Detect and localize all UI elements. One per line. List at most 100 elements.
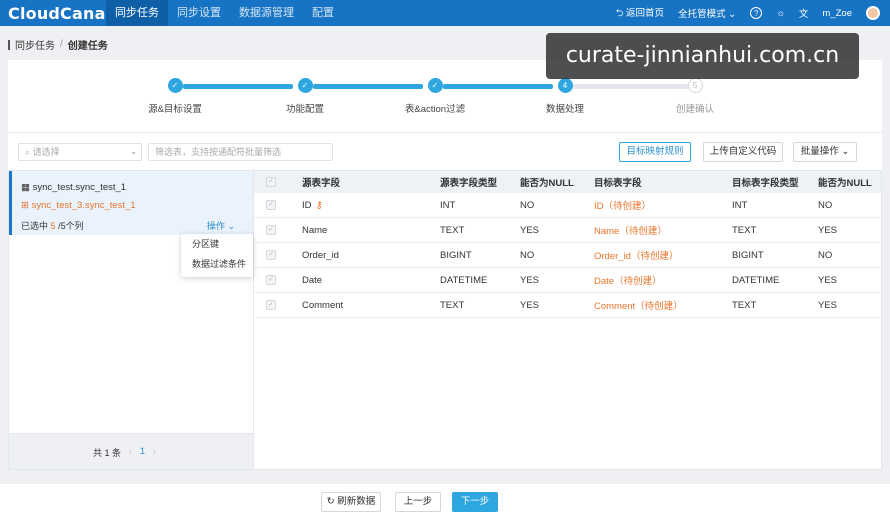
selected-count: 5 [50,221,56,231]
watermark: curate-jinnianhui.com.cn [546,33,859,79]
select-placeholder: 请选择 [32,147,60,157]
step-label: 创建确认 [675,104,714,115]
table-row: ✓ Comment TEXT YES Comment（待创建） TEXT YES [254,293,881,318]
theme-sun-icon[interactable]: ☼ [776,8,785,19]
avatar[interactable] [866,6,880,20]
next-page-icon[interactable]: › [153,446,156,456]
operations-dropdown[interactable]: 操作 ⌄ [207,219,235,232]
checkbox[interactable]: ✓ [266,177,276,187]
top-right-tools: ⮌ 返回首页 全托管模式 ⌄ ? ☼ 文 m_Zoe [616,0,880,26]
table-filter-input[interactable]: 筛选表，支持按通配符批量筛选 [148,143,333,161]
breadcrumb-separator: / [60,39,63,50]
app-logo[interactable]: CloudCanal [8,4,111,23]
target-type: INT [732,199,748,211]
table-row: ✓ Order_id BIGINT NO Order_id（待创建） BIGIN… [254,243,881,268]
mode-label: 全托管模式 [678,9,726,20]
upload-custom-code-button[interactable]: 上传自定义代码 [703,142,783,162]
selected-prefix: 已选中 [21,221,49,231]
source-type: BIGINT [440,249,472,261]
chevron-down-icon: ⌄ [227,221,235,231]
selected-suffix: /5个列 [58,221,84,231]
table-row: ✓ Name TEXT YES Name（待创建） TEXT YES [254,218,881,243]
breadcrumb-current: 创建任务 [67,41,108,52]
language-icon[interactable]: 文 [799,6,809,20]
breadcrumb: 同步任务 / 创建任务 [8,37,108,52]
prev-page-icon[interactable]: ‹ [129,446,132,456]
chevron-down-icon: ⌄ [841,146,850,157]
user-name[interactable]: m_Zoe [822,8,852,19]
menu-item-data-filter[interactable]: 数据过滤条件 [181,254,253,274]
chevron-down-icon: ⌄ [130,147,137,156]
source-null: YES [520,224,540,236]
nav-datasource-mgmt[interactable]: 数据源管理 [230,0,303,26]
target-table-label: sync_test_3.sync_test_1 [31,200,136,211]
target-null: YES [818,299,838,311]
source-type: TEXT [440,224,465,236]
source-table-label: sync_test.sync_test_1 [32,182,127,193]
target-table-name: ⊞ sync_test_3.sync_test_1 [21,200,136,211]
target-field[interactable]: Date（待创建） [594,268,662,292]
batch-operations-button[interactable]: 批量操作 ⌄ [793,142,857,162]
target-field[interactable]: Name（待创建） [594,218,667,242]
divider [8,132,882,133]
source-field: ID ⚷ [302,193,323,217]
target-null: NO [818,249,833,261]
checkbox[interactable]: ✓ [266,250,276,260]
footer-actions: ↻ 刷新数据 上一步 下一步 [0,484,890,515]
back-home-link[interactable]: ⮌ 返回首页 [616,5,664,22]
table-list-pane: ▦ sync_test.sync_test_1 ⊞ sync_test_3.sy… [8,170,254,470]
checkbox[interactable]: ✓ [266,275,276,285]
col-target-type: 目标表字段类型 [732,178,799,189]
operations-menu: 分区键 数据过滤条件 [181,234,253,277]
menu-item-partition-key[interactable]: 分区键 [181,234,253,254]
prev-step-button[interactable]: 上一步 [395,492,441,512]
step-table-action-filter: ✓ 表&action过滤 [380,76,490,115]
source-type: INT [440,199,456,211]
source-field: Name [302,224,328,236]
next-step-button[interactable]: 下一步 [452,492,498,512]
header-checkbox[interactable]: ✓ [266,171,276,193]
target-field[interactable]: Comment（待创建） [594,293,683,317]
checkbox[interactable]: ✓ [266,200,276,210]
step-number: 4 [557,78,573,93]
refresh-data-button[interactable]: ↻ 刷新数据 [321,492,381,512]
target-type: TEXT [732,224,757,236]
target-field[interactable]: Order_id（待创建） [594,243,678,267]
source-null: NO [520,249,535,261]
source-table-name: ▦ sync_test.sync_test_1 [21,182,126,193]
chevron-down-icon: ⌄ [728,9,737,20]
step-data-processing: 4 数据处理 [510,76,620,115]
target-mapping-rule-button[interactable]: 目标映射规则 [619,142,691,162]
main-nav: 同步任务 同步设置 数据源管理 配置 [106,0,343,26]
schema-select[interactable]: ⌕ 请选择 ⌄ [18,143,142,161]
nav-config[interactable]: 配置 [303,0,343,26]
table-row: ✓ ID ⚷ INT NO ID（待创建） INT NO [254,193,881,218]
source-field: Comment [302,299,344,311]
checkbox[interactable]: ✓ [266,225,276,235]
back-home-label: 返回首页 [626,7,665,19]
source-null: YES [520,299,540,311]
target-type: TEXT [732,299,757,311]
page-number[interactable]: 1 [140,446,145,456]
batch-operations-label: 批量操作 [800,146,839,157]
top-nav-bar: CloudCanal 同步任务 同步设置 数据源管理 配置 ⮌ 返回首页 全托管… [0,0,890,26]
mode-dropdown[interactable]: 全托管模式 ⌄ [678,6,736,20]
step-label: 源&目标设置 [148,104,202,115]
list-item[interactable]: ▦ sync_test.sync_test_1 ⊞ sync_test_3.sy… [9,171,253,235]
col-target-field: 目标表字段 [594,178,642,189]
source-type: DATETIME [440,274,488,286]
help-icon[interactable]: ? [750,7,763,19]
nav-sync-tasks[interactable]: 同步任务 [106,0,168,26]
nav-sync-settings[interactable]: 同步设置 [168,0,230,26]
breadcrumb-parent[interactable]: 同步任务 [15,37,55,52]
step-function-config: ✓ 功能配置 [250,76,360,115]
refresh-label: 刷新数据 [337,496,376,507]
selected-columns-count: 已选中 5 /5个列 [21,219,84,232]
main-panel: ✓ 源&目标设置 ✓ 功能配置 ✓ 表&action过滤 4 数据处理 5 创建… [8,60,882,470]
stepper: ✓ 源&目标设置 ✓ 功能配置 ✓ 表&action过滤 4 数据处理 5 创建… [8,76,882,116]
checkbox[interactable]: ✓ [266,300,276,310]
source-field-label: ID [302,199,312,211]
source-null: NO [520,199,535,211]
target-field[interactable]: ID（待创建） [594,193,651,217]
column-mapping-table: ✓ 源表字段 源表字段类型 能否为NULL 目标表字段 目标表字段类型 能否为N… [254,170,882,470]
